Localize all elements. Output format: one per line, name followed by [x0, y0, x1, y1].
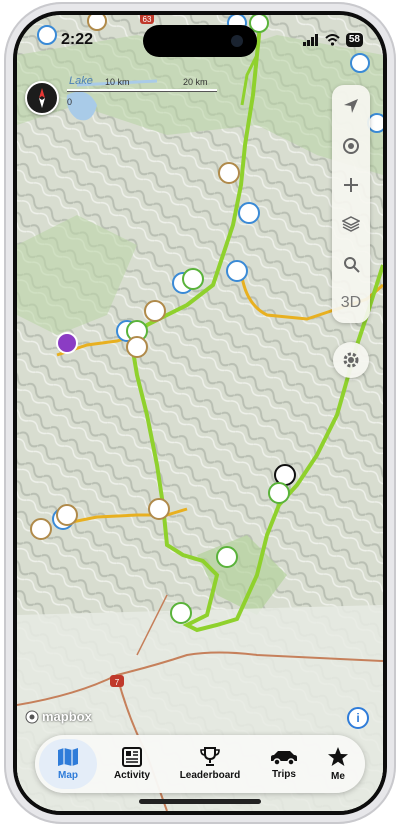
- road-shield-number: 7: [115, 678, 120, 687]
- status-bar: 2:22 58: [17, 31, 383, 53]
- scale-mid: 10 km: [105, 77, 130, 87]
- mapbox-brand: mapbox: [42, 709, 92, 724]
- map-icon: [58, 748, 78, 766]
- map-pin: [182, 268, 204, 290]
- tab-label: Me: [331, 771, 345, 782]
- map-pin: [268, 482, 290, 504]
- map-pin: [226, 260, 248, 282]
- tab-map[interactable]: Map: [39, 739, 97, 789]
- activity-icon: [122, 747, 142, 767]
- map-pin: [148, 498, 170, 520]
- battery-icon: 58: [345, 33, 363, 47]
- star-icon: [328, 747, 348, 766]
- status-icons: 58: [302, 33, 363, 47]
- mapbox-logo-icon: [25, 710, 39, 723]
- tab-label: Activity: [113, 770, 151, 781]
- scale-line: [67, 89, 217, 92]
- tab-bar: Map Activity Leaderboard Trips Me: [35, 735, 365, 793]
- mapbox-attribution[interactable]: mapbox: [25, 709, 92, 724]
- trophy-icon: [200, 747, 220, 766]
- map-pin: [126, 336, 148, 358]
- search-icon[interactable]: [332, 245, 370, 283]
- wifi-icon: [325, 34, 340, 46]
- app-screen: 63 7 Lake 0 10 km 20 km 2:22 58 3D mapbo…: [17, 15, 383, 811]
- road-shield: 63: [140, 15, 154, 24]
- tab-leaderboard[interactable]: Leaderboard: [167, 735, 253, 793]
- map-pin: [56, 504, 78, 526]
- map-pin: [170, 602, 192, 624]
- map-toolbar: 3D: [332, 85, 370, 323]
- map-pin: [216, 546, 238, 568]
- layers-icon[interactable]: [332, 205, 370, 243]
- tab-activity[interactable]: Activity: [101, 735, 163, 793]
- road-shield-number: 63: [143, 15, 152, 24]
- map-pin: [30, 518, 52, 540]
- tab-trips[interactable]: Trips: [257, 735, 311, 793]
- map-pin: [144, 300, 166, 322]
- tab-label: Leaderboard: [179, 770, 241, 781]
- map-pin: [350, 53, 370, 73]
- car-icon: [271, 751, 297, 766]
- compass-icon[interactable]: [25, 81, 59, 115]
- settings-gear-icon[interactable]: [333, 342, 369, 378]
- map-pin: [87, 15, 107, 31]
- map-pin: [274, 464, 296, 486]
- map-canvas[interactable]: 63 7: [17, 15, 383, 811]
- scale-end: 20 km: [183, 77, 208, 87]
- zoom-in-icon[interactable]: [332, 166, 370, 204]
- track-location-icon[interactable]: [332, 127, 370, 165]
- status-time: 2:22: [61, 31, 94, 48]
- road-shield: 7: [110, 675, 124, 687]
- tab-me[interactable]: Me: [315, 735, 361, 793]
- 3d-toggle-button[interactable]: 3D: [332, 284, 370, 322]
- scale-start: 0: [67, 97, 73, 107]
- map-pin: [218, 162, 240, 184]
- lake-label: Lake: [69, 75, 93, 87]
- info-icon[interactable]: i: [347, 707, 369, 729]
- tab-label: Map: [58, 770, 78, 781]
- signal-icon: [302, 34, 318, 46]
- home-indicator[interactable]: [139, 799, 261, 804]
- tab-label: Trips: [272, 769, 296, 780]
- map-pin: [367, 113, 383, 133]
- map-pin: [56, 332, 78, 354]
- locate-arrow-icon[interactable]: [332, 87, 370, 125]
- map-pin: [238, 202, 260, 224]
